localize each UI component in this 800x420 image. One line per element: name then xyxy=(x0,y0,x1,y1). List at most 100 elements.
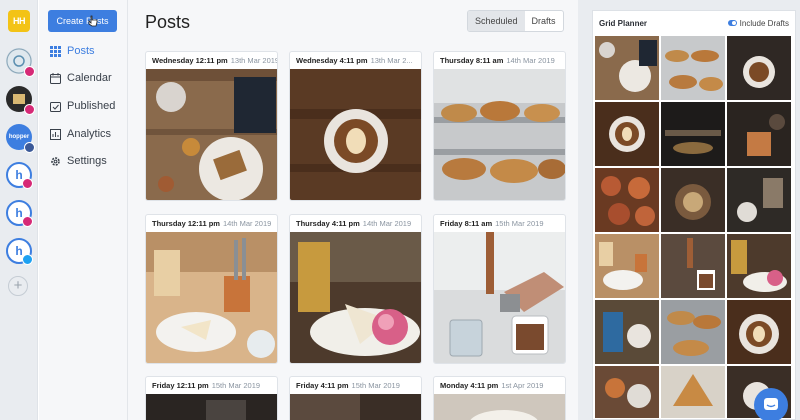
post-image xyxy=(146,232,277,363)
post-image xyxy=(146,69,277,200)
post-time: Thursday 8:11 am xyxy=(440,56,504,65)
post-time: Thursday 12:11 pm xyxy=(152,219,220,228)
instagram-badge-icon xyxy=(24,66,35,77)
grid-planner-title: Grid Planner xyxy=(599,18,648,28)
grid-thumbnail[interactable] xyxy=(595,234,659,298)
analytics-icon xyxy=(50,128,61,140)
post-card[interactable]: Thursday 8:11 am 14th Mar 2019 xyxy=(433,51,566,201)
nav-item-label: Analytics xyxy=(67,128,112,140)
calendar-icon xyxy=(50,72,61,84)
nav-item-label: Settings xyxy=(67,155,107,167)
grid-thumbnail[interactable] xyxy=(661,36,725,100)
account-avatar[interactable]: h xyxy=(6,162,33,189)
grid-thumbnail[interactable] xyxy=(727,168,791,232)
post-time: Friday 12:11 pm xyxy=(152,381,209,390)
post-card[interactable]: Monday 4:11 pm 1st Apr 2019 xyxy=(433,376,566,420)
post-card[interactable]: Friday 8:11 am 15th Mar 2019 xyxy=(433,214,566,364)
post-time: Wednesday 4:11 pm xyxy=(296,56,368,65)
instagram-badge-icon xyxy=(24,104,35,115)
grid-thumbnail[interactable] xyxy=(595,168,659,232)
post-image xyxy=(290,232,421,363)
grid-icon xyxy=(50,45,61,57)
tab-drafts[interactable]: Drafts xyxy=(525,11,563,31)
grid-thumbnail[interactable] xyxy=(595,366,659,418)
post-card[interactable]: Friday 4:11 pm 15th Mar 2019 xyxy=(289,376,422,420)
app-logo: HH xyxy=(8,10,30,32)
post-header: Thursday 12:11 pm 14th Mar 2019 xyxy=(146,215,277,232)
account-avatar[interactable]: hopper xyxy=(6,124,35,153)
grid-thumbnail[interactable] xyxy=(661,366,725,418)
nav-item-label: Calendar xyxy=(67,72,112,84)
grid-thumbnail[interactable] xyxy=(727,300,791,364)
grid-thumbnail[interactable] xyxy=(661,102,725,166)
nav-item-posts[interactable]: Posts xyxy=(50,43,95,59)
post-date: 13th Mar 2019 xyxy=(230,56,277,65)
post-header: Friday 12:11 pm 15th Mar 2019 xyxy=(146,377,277,394)
post-time: Friday 8:11 am xyxy=(440,219,493,228)
account-initial: h xyxy=(15,206,23,220)
post-header: Thursday 8:11 am 14th Mar 2019 xyxy=(434,52,565,69)
grid-thumbnail[interactable] xyxy=(595,300,659,364)
create-posts-button[interactable]: Create Posts xyxy=(48,10,117,32)
chat-icon xyxy=(764,398,778,410)
post-time: Friday 4:11 pm xyxy=(296,381,349,390)
nav-item-settings[interactable]: Settings xyxy=(50,153,107,169)
page-title: Posts xyxy=(145,12,191,32)
post-header: Thursday 4:11 pm 14th Mar 2019 xyxy=(290,215,421,232)
post-card[interactable]: Wednesday 12:11 pm 13th Mar 2019 xyxy=(145,51,278,201)
grid-thumbnail[interactable] xyxy=(727,102,791,166)
post-image xyxy=(434,394,565,420)
add-account-button[interactable]: + xyxy=(8,276,28,296)
nav-item-published[interactable]: Published xyxy=(50,98,115,114)
grid-planner: Grid Planner Include Drafts xyxy=(578,0,800,420)
account-initial: hopper xyxy=(8,134,30,140)
pointer-cursor-icon xyxy=(88,15,98,27)
post-image xyxy=(146,394,277,420)
account-avatar[interactable]: h xyxy=(6,238,33,265)
post-date: 1st Apr 2019 xyxy=(501,381,544,390)
grid-thumbnail[interactable] xyxy=(727,234,791,298)
grid-thumbnail[interactable] xyxy=(661,300,725,364)
nav-item-analytics[interactable]: Analytics xyxy=(50,126,111,142)
account-avatar[interactable] xyxy=(6,86,35,115)
facebook-badge-icon xyxy=(24,142,35,153)
grid-thumbnail[interactable] xyxy=(595,102,659,166)
grid-thumbnail[interactable] xyxy=(727,36,791,100)
tab-scheduled[interactable]: Scheduled xyxy=(468,11,525,31)
post-header: Wednesday 12:11 pm 13th Mar 2019 xyxy=(146,52,277,69)
toggle-switch-icon xyxy=(727,20,737,26)
post-header: Friday 4:11 pm 15th Mar 2019 xyxy=(290,377,421,394)
post-header: Friday 8:11 am 15th Mar 2019 xyxy=(434,215,565,232)
account-initial: h xyxy=(15,168,23,182)
post-time: Monday 4:11 pm xyxy=(440,381,499,390)
post-date: 13th Mar 2... xyxy=(370,56,413,65)
post-card[interactable]: Thursday 12:11 pm 14th Mar 2019 xyxy=(145,214,278,364)
account-avatar[interactable] xyxy=(6,48,35,77)
post-card[interactable]: Wednesday 4:11 pm 13th Mar 2... xyxy=(289,51,422,201)
published-icon xyxy=(50,101,61,112)
post-image xyxy=(434,232,565,363)
instagram-badge-icon xyxy=(22,216,33,227)
post-time: Thursday 4:11 pm xyxy=(296,219,360,228)
grid-thumbnail[interactable] xyxy=(661,168,725,232)
chat-help-button[interactable] xyxy=(754,388,788,420)
post-header: Wednesday 4:11 pm 13th Mar 2... xyxy=(290,52,421,69)
grid-thumbnail[interactable] xyxy=(595,36,659,100)
instagram-badge-icon xyxy=(22,178,33,189)
nav-item-label: Posts xyxy=(67,45,95,57)
post-date: 14th Mar 2019 xyxy=(362,219,412,228)
post-image xyxy=(434,69,565,200)
post-card[interactable]: Thursday 4:11 pm 14th Mar 2019 xyxy=(289,214,422,364)
account-avatar[interactable]: h xyxy=(6,200,33,227)
post-header: Monday 4:11 pm 1st Apr 2019 xyxy=(434,377,565,394)
gear-icon xyxy=(51,156,60,166)
post-card[interactable]: Friday 12:11 pm 15th Mar 2019 xyxy=(145,376,278,420)
post-date: 15th Mar 2019 xyxy=(211,381,261,390)
include-drafts-toggle[interactable]: Include Drafts xyxy=(727,19,789,28)
nav-item-calendar[interactable]: Calendar xyxy=(50,70,112,86)
post-date: 14th Mar 2019 xyxy=(506,56,555,65)
post-image xyxy=(290,394,421,420)
grid-thumbnail[interactable] xyxy=(661,234,725,298)
nav-item-label: Published xyxy=(67,100,116,112)
twitter-badge-icon xyxy=(22,254,33,265)
